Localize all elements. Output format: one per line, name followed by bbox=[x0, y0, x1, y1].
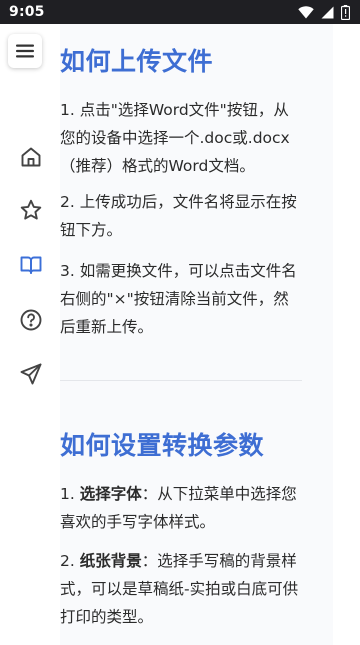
section-settings-title: 如何设置转换参数 bbox=[60, 431, 265, 460]
upload-step-1: 1. 点击"选择Word文件"按钮，从您的设备中选择一个.doc或.docx（推… bbox=[60, 101, 290, 175]
home-icon bbox=[21, 147, 41, 167]
status-time: 9:05 bbox=[9, 4, 45, 20]
sidebar-item-help[interactable] bbox=[0, 298, 62, 342]
wifi-icon bbox=[298, 5, 314, 19]
sidebar-item-home[interactable] bbox=[0, 135, 62, 179]
settings-step-1-number: 1. bbox=[60, 485, 80, 503]
settings-step-2-number: 2. bbox=[60, 552, 80, 570]
status-icons bbox=[298, 4, 350, 20]
settings-step-1-label: 选择字体 bbox=[79, 485, 142, 503]
sidebar-item-favorites[interactable] bbox=[0, 188, 62, 232]
settings-step-1: 1. 选择字体：从下拉菜单中选择您喜欢的手写字体样式。 bbox=[60, 480, 304, 536]
send-icon bbox=[20, 363, 42, 385]
menu-button[interactable] bbox=[8, 34, 42, 68]
section-divider bbox=[60, 380, 302, 381]
page: 如何上传文件 1. 点击"选择Word文件"按钮，从您的设备中选择一个.doc或… bbox=[0, 24, 360, 645]
upload-step-3: 3. 如需更换文件，可以点击文件名右侧的"×"按钮清除当前文件，然后重新上传。 bbox=[60, 262, 297, 336]
sidebar-item-guide[interactable] bbox=[0, 243, 62, 287]
section-upload-title: 如何上传文件 bbox=[60, 47, 214, 76]
settings-step-2-label: 纸张背景 bbox=[79, 552, 142, 570]
sidebar-rail bbox=[0, 24, 60, 645]
settings-step-2: 2. 纸张背景：选择手写稿的背景样式，可以是草稿纸-实拍或白底可供打印的类型。 bbox=[60, 547, 304, 631]
star-icon bbox=[20, 199, 42, 220]
status-bar: 9:05 bbox=[0, 0, 360, 24]
sidebar-item-feedback[interactable] bbox=[0, 352, 62, 396]
help-content[interactable]: 如何上传文件 1. 点击"选择Word文件"按钮，从您的设备中选择一个.doc或… bbox=[29, 24, 333, 645]
book-open-icon bbox=[20, 256, 42, 274]
help-circle-icon bbox=[20, 309, 42, 331]
battery-icon bbox=[341, 4, 350, 20]
upload-step-2: 2. 上传成功后，文件名将显示在按钮下方。 bbox=[60, 193, 297, 239]
signal-icon bbox=[321, 6, 334, 19]
hamburger-menu-icon bbox=[16, 44, 34, 58]
